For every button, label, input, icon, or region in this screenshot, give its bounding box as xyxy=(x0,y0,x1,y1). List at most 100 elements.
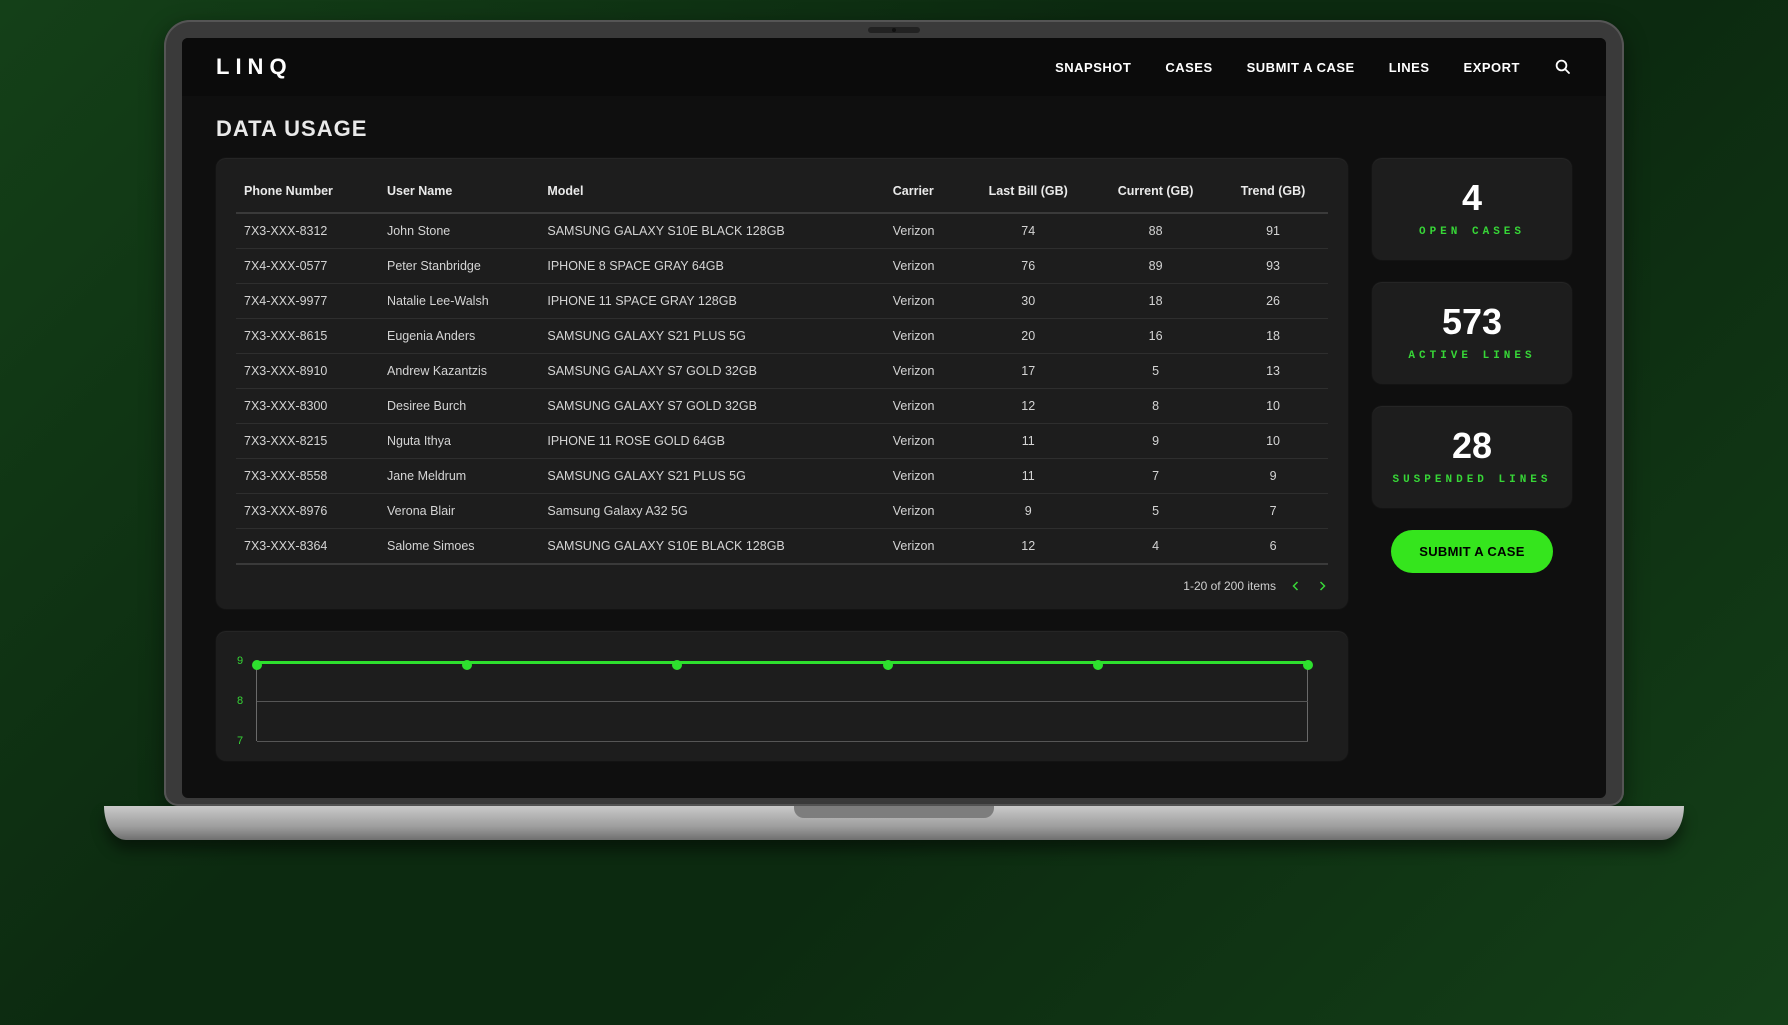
cell-current: 18 xyxy=(1093,284,1218,319)
cell-trend: 18 xyxy=(1218,319,1328,354)
table-row[interactable]: 7X3-XXX-8312John StoneSAMSUNG GALAXY S10… xyxy=(236,213,1328,249)
stat-open-cases[interactable]: 4 OPEN CASES xyxy=(1372,158,1572,260)
table-row[interactable]: 7X3-XXX-8364Salome SimoesSAMSUNG GALAXY … xyxy=(236,529,1328,565)
table-row[interactable]: 7X3-XXX-8976Verona BlairSamsung Galaxy A… xyxy=(236,494,1328,529)
cell-carrier: Verizon xyxy=(885,389,964,424)
cell-current: 89 xyxy=(1093,249,1218,284)
search-icon[interactable] xyxy=(1554,58,1572,76)
chart-y-tick: 9 xyxy=(237,655,243,667)
col-carrier[interactable]: Carrier xyxy=(885,166,964,213)
cell-trend: 7 xyxy=(1218,494,1328,529)
stat-active-lines[interactable]: 573 ACTIVE LINES xyxy=(1372,282,1572,384)
cell-last: 30 xyxy=(963,284,1093,319)
cell-user: John Stone xyxy=(379,213,539,249)
cell-last: 12 xyxy=(963,529,1093,565)
table-row[interactable]: 7X4-XXX-0577Peter StanbridgeIPHONE 8 SPA… xyxy=(236,249,1328,284)
page-title: DATA USAGE xyxy=(216,116,1572,142)
cell-carrier: Verizon xyxy=(885,213,964,249)
cell-trend: 93 xyxy=(1218,249,1328,284)
cell-model: IPHONE 11 SPACE GRAY 128GB xyxy=(539,284,884,319)
stat-value: 573 xyxy=(1382,304,1562,340)
col-model[interactable]: Model xyxy=(539,166,884,213)
col-last[interactable]: Last Bill (GB) xyxy=(963,166,1093,213)
laptop-bezel: LINQ SNAPSHOT CASES SUBMIT A CASE LINES … xyxy=(164,20,1624,806)
table-row[interactable]: 7X3-XXX-8300Desiree BurchSAMSUNG GALAXY … xyxy=(236,389,1328,424)
stat-label: OPEN CASES xyxy=(1382,226,1562,238)
cell-user: Andrew Kazantzis xyxy=(379,354,539,389)
cell-model: IPHONE 11 ROSE GOLD 64GB xyxy=(539,424,884,459)
nav-submit-case[interactable]: SUBMIT A CASE xyxy=(1247,60,1355,75)
cell-user: Natalie Lee-Walsh xyxy=(379,284,539,319)
cell-carrier: Verizon xyxy=(885,494,964,529)
cell-current: 16 xyxy=(1093,319,1218,354)
cell-trend: 10 xyxy=(1218,424,1328,459)
cell-last: 74 xyxy=(963,213,1093,249)
cell-phone: 7X3-XXX-8312 xyxy=(236,213,379,249)
stat-suspended-lines[interactable]: 28 SUSPENDED LINES xyxy=(1372,406,1572,508)
nav-lines[interactable]: LINES xyxy=(1389,60,1430,75)
col-phone[interactable]: Phone Number xyxy=(236,166,379,213)
col-user[interactable]: User Name xyxy=(379,166,539,213)
submit-case-button[interactable]: SUBMIT A CASE xyxy=(1391,530,1553,573)
table-row[interactable]: 7X3-XXX-8215Nguta IthyaIPHONE 11 ROSE GO… xyxy=(236,424,1328,459)
cell-current: 7 xyxy=(1093,459,1218,494)
table-row[interactable]: 7X4-XXX-9977Natalie Lee-WalshIPHONE 11 S… xyxy=(236,284,1328,319)
cell-phone: 7X4-XXX-0577 xyxy=(236,249,379,284)
chart-point xyxy=(462,660,472,670)
cell-model: SAMSUNG GALAXY S21 PLUS 5G xyxy=(539,319,884,354)
cell-model: Samsung Galaxy A32 5G xyxy=(539,494,884,529)
nav-export[interactable]: EXPORT xyxy=(1464,60,1520,75)
nav-snapshot[interactable]: SNAPSHOT xyxy=(1055,60,1131,75)
stat-value: 4 xyxy=(1382,180,1562,216)
cell-model: SAMSUNG GALAXY S10E BLACK 128GB xyxy=(539,529,884,565)
data-usage-table: Phone Number User Name Model Carrier Las… xyxy=(236,166,1328,565)
cell-carrier: Verizon xyxy=(885,284,964,319)
cell-user: Peter Stanbridge xyxy=(379,249,539,284)
cell-phone: 7X3-XXX-8615 xyxy=(236,319,379,354)
laptop-base xyxy=(104,806,1684,840)
cell-last: 20 xyxy=(963,319,1093,354)
data-usage-table-card: Phone Number User Name Model Carrier Las… xyxy=(216,158,1348,609)
chart-point xyxy=(883,660,893,670)
table-row[interactable]: 7X3-XXX-8558Jane MeldrumSAMSUNG GALAXY S… xyxy=(236,459,1328,494)
pager-prev-icon[interactable] xyxy=(1290,580,1302,592)
cell-trend: 26 xyxy=(1218,284,1328,319)
brand-logo[interactable]: LINQ xyxy=(216,54,293,80)
cell-current: 4 xyxy=(1093,529,1218,565)
stat-value: 28 xyxy=(1382,428,1562,464)
stat-label: ACTIVE LINES xyxy=(1382,350,1562,362)
cell-model: IPHONE 8 SPACE GRAY 64GB xyxy=(539,249,884,284)
chart-gridline xyxy=(257,701,1308,702)
chart-point xyxy=(1303,660,1313,670)
nav-cases[interactable]: CASES xyxy=(1165,60,1212,75)
camera-notch xyxy=(868,27,920,33)
cell-last: 17 xyxy=(963,354,1093,389)
cell-model: SAMSUNG GALAXY S21 PLUS 5G xyxy=(539,459,884,494)
chart-point xyxy=(1093,660,1103,670)
cell-user: Verona Blair xyxy=(379,494,539,529)
stat-label: SUSPENDED LINES xyxy=(1382,474,1562,486)
cell-model: SAMSUNG GALAXY S7 GOLD 32GB xyxy=(539,354,884,389)
cell-carrier: Verizon xyxy=(885,424,964,459)
cell-user: Eugenia Anders xyxy=(379,319,539,354)
chart-y-tick: 7 xyxy=(237,735,243,747)
cell-carrier: Verizon xyxy=(885,459,964,494)
cell-phone: 7X3-XXX-8215 xyxy=(236,424,379,459)
cell-carrier: Verizon xyxy=(885,354,964,389)
cell-last: 11 xyxy=(963,424,1093,459)
cell-user: Salome Simoes xyxy=(379,529,539,565)
col-current[interactable]: Current (GB) xyxy=(1093,166,1218,213)
pager-next-icon[interactable] xyxy=(1316,580,1328,592)
chart-gridline xyxy=(257,741,1308,742)
cell-phone: 7X3-XXX-8364 xyxy=(236,529,379,565)
cell-trend: 10 xyxy=(1218,389,1328,424)
table-row[interactable]: 7X3-XXX-8615Eugenia AndersSAMSUNG GALAXY… xyxy=(236,319,1328,354)
cell-phone: 7X4-XXX-9977 xyxy=(236,284,379,319)
cell-trend: 6 xyxy=(1218,529,1328,565)
table-row[interactable]: 7X3-XXX-8910Andrew KazantzisSAMSUNG GALA… xyxy=(236,354,1328,389)
chart-point xyxy=(672,660,682,670)
cell-current: 88 xyxy=(1093,213,1218,249)
chart-series xyxy=(257,661,1308,664)
col-trend[interactable]: Trend (GB) xyxy=(1218,166,1328,213)
cell-current: 9 xyxy=(1093,424,1218,459)
